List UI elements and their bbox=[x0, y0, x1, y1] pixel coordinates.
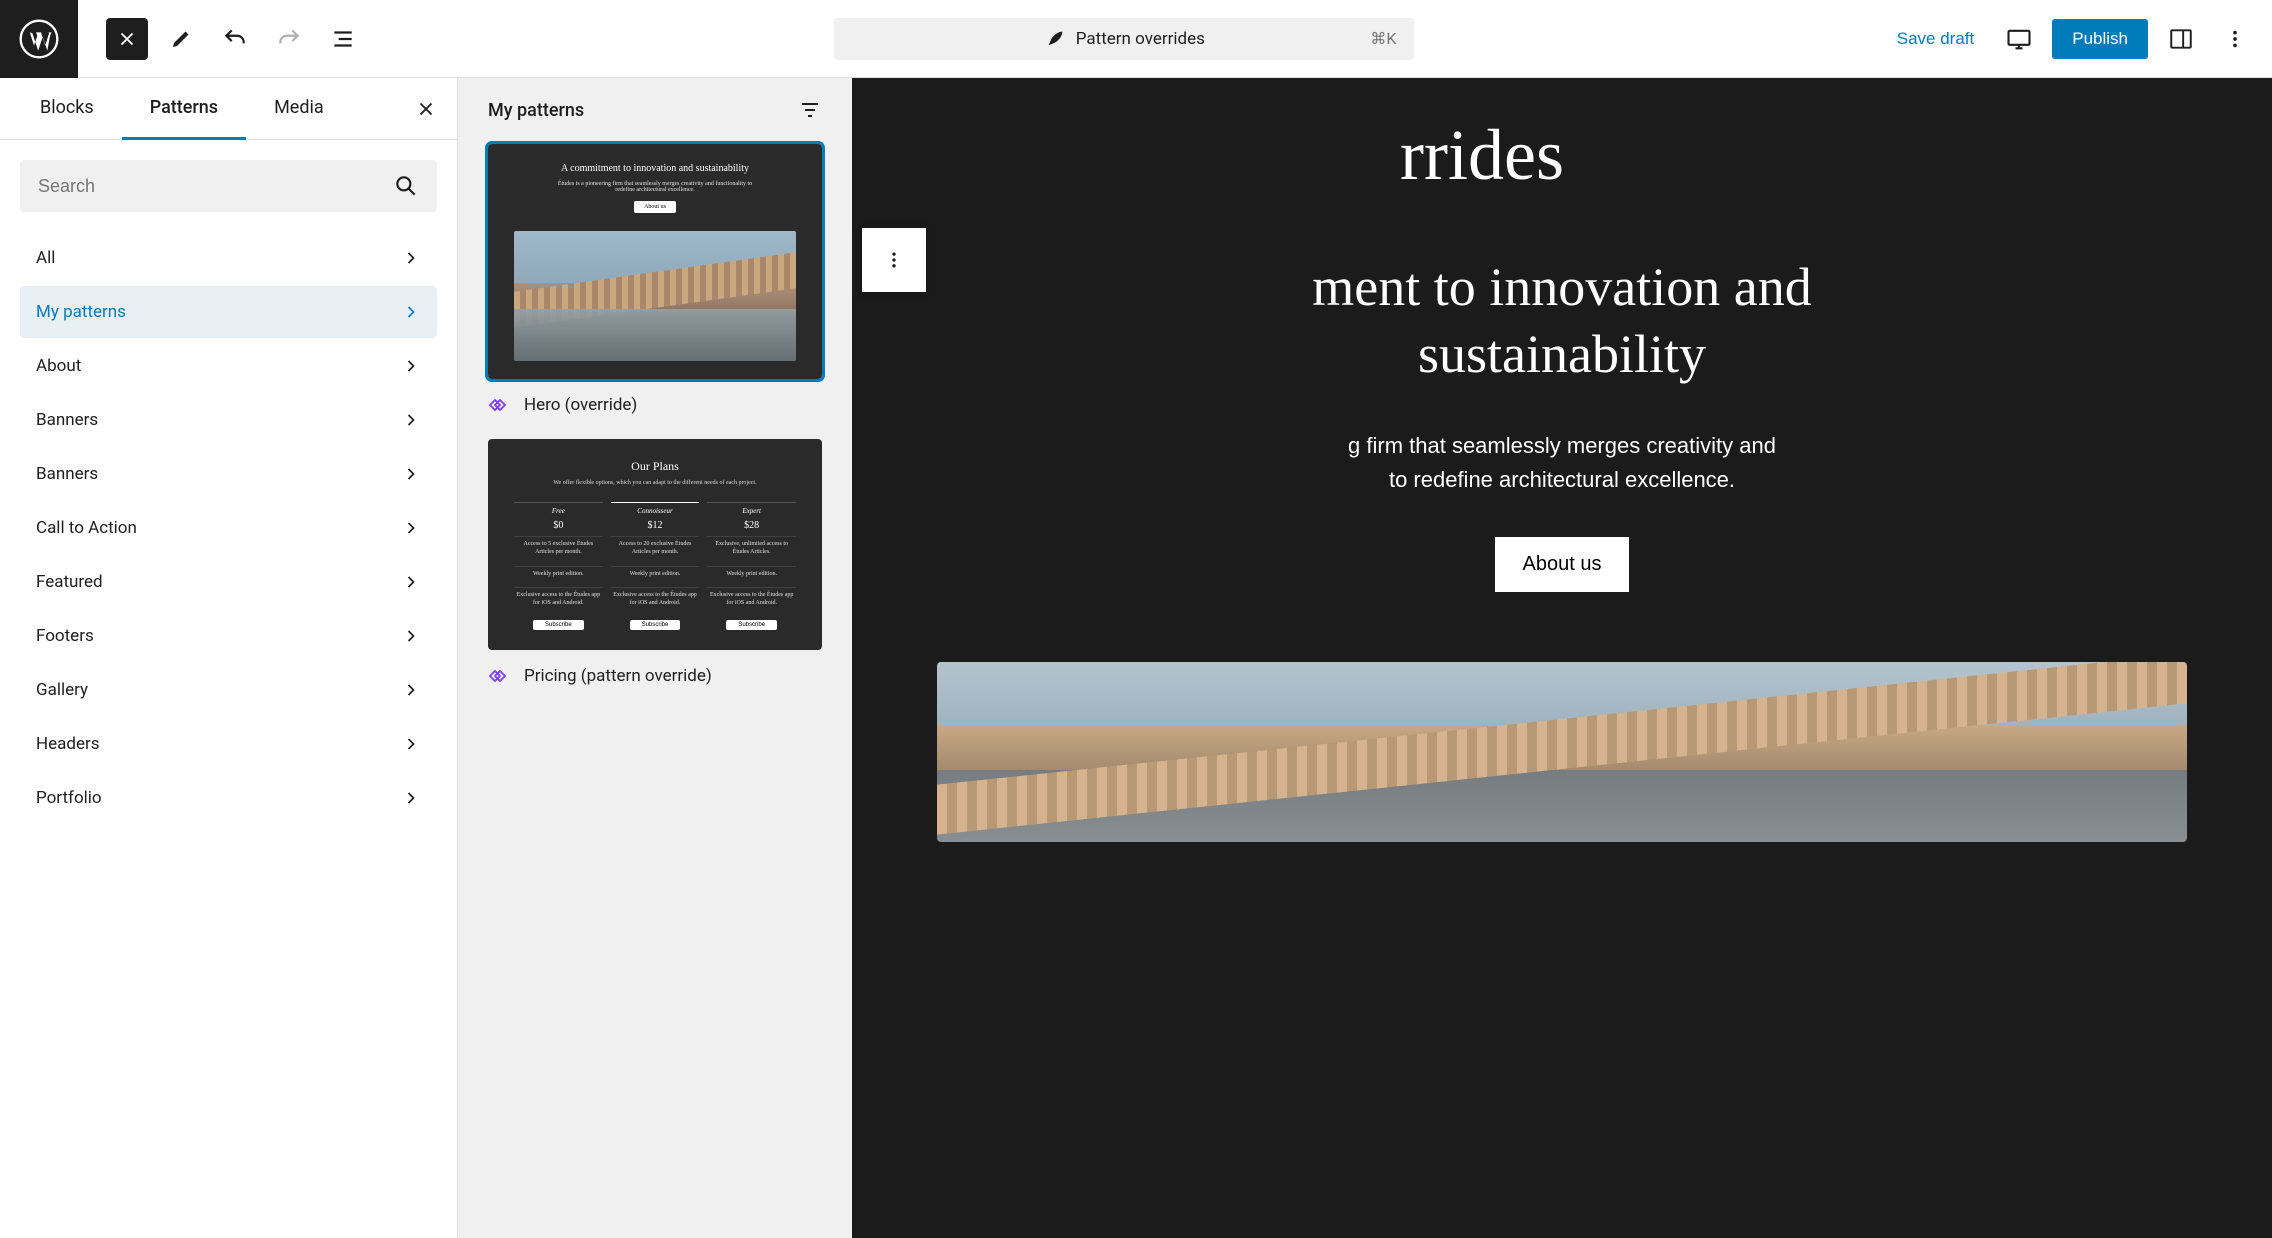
chevron-right-icon bbox=[401, 248, 421, 268]
document-overview-button[interactable] bbox=[322, 18, 364, 60]
editor-canvas[interactable]: rrides ment to innovation and sustainabi… bbox=[852, 78, 2272, 1238]
pattern-override-icon bbox=[488, 664, 512, 688]
pattern-search[interactable] bbox=[20, 160, 437, 212]
command-label: Pattern overrides bbox=[1076, 29, 1205, 49]
chevron-right-icon bbox=[401, 680, 421, 700]
category-label: Portfolio bbox=[36, 788, 102, 808]
preview-button: About us bbox=[634, 201, 676, 213]
preview-heading: Our Plans bbox=[631, 459, 679, 474]
category-item[interactable]: Headers bbox=[20, 718, 437, 770]
edit-tool-button[interactable] bbox=[160, 18, 202, 60]
close-inserter-button[interactable] bbox=[106, 18, 148, 60]
category-label: All bbox=[36, 248, 55, 268]
plan-column: Expert$28Exclusive, unlimited access to … bbox=[707, 502, 796, 630]
pattern-category-list: All My patterns About Banners Banners Call to… bbox=[0, 232, 457, 824]
close-inserter-icon[interactable] bbox=[407, 90, 445, 128]
pattern-card[interactable]: Our Plans We offer flexible options, whi… bbox=[488, 439, 822, 688]
category-item[interactable]: My patterns bbox=[20, 286, 437, 338]
filter-icon[interactable] bbox=[798, 98, 822, 122]
preview-heading: A commitment to innovation and sustainab… bbox=[561, 162, 749, 175]
save-draft-button[interactable]: Save draft bbox=[1885, 21, 1987, 57]
category-item[interactable]: About bbox=[20, 340, 437, 392]
category-label: Gallery bbox=[36, 680, 88, 700]
plan-column: Free$0Access to 5 exclusive Études Artic… bbox=[514, 502, 603, 630]
page-title-fragment[interactable]: rrides bbox=[1400, 118, 1564, 194]
canvas-hero-image[interactable] bbox=[937, 662, 2187, 842]
chevron-right-icon bbox=[401, 626, 421, 646]
category-label: About bbox=[36, 356, 81, 376]
preview-sub: We offer flexible options, which you can… bbox=[553, 480, 756, 486]
category-label: My patterns bbox=[36, 302, 126, 322]
pattern-card[interactable]: A commitment to innovation and sustainab… bbox=[488, 144, 822, 417]
chevron-right-icon bbox=[401, 734, 421, 754]
category-item[interactable]: Banners bbox=[20, 448, 437, 500]
tab-patterns[interactable]: Patterns bbox=[122, 78, 246, 140]
category-item[interactable]: Portfolio bbox=[20, 772, 437, 824]
preview-sub: Études is a pioneering firm that seamles… bbox=[555, 181, 755, 193]
patterns-preview-panel: My patterns A commitment to innovation a… bbox=[458, 78, 852, 1238]
command-palette-button[interactable]: Pattern overrides ⌘K bbox=[834, 18, 1414, 60]
block-inserter-panel: Blocks Patterns Media All My patterns Abou… bbox=[0, 78, 458, 1238]
category-item[interactable]: Banners bbox=[20, 394, 437, 446]
publish-button[interactable]: Publish bbox=[2052, 19, 2148, 59]
category-item[interactable]: All bbox=[20, 232, 437, 284]
pattern-preview-hero[interactable]: A commitment to innovation and sustainab… bbox=[488, 144, 822, 379]
chevron-right-icon bbox=[401, 464, 421, 484]
category-item[interactable]: Footers bbox=[20, 610, 437, 662]
chevron-right-icon bbox=[401, 356, 421, 376]
plan-column: Connoisseur$12Access to 20 exclusive Étu… bbox=[611, 502, 700, 630]
command-shortcut: ⌘K bbox=[1370, 29, 1396, 48]
canvas-paragraph[interactable]: g firm that seamlessly merges creativity… bbox=[1328, 429, 1796, 497]
wordpress-logo[interactable] bbox=[0, 0, 78, 78]
search-input[interactable] bbox=[38, 176, 393, 197]
inserter-tabs: Blocks Patterns Media bbox=[0, 78, 457, 140]
category-label: Headers bbox=[36, 734, 100, 754]
category-item[interactable]: Gallery bbox=[20, 664, 437, 716]
category-item[interactable]: Call to Action bbox=[20, 502, 437, 554]
chevron-right-icon bbox=[401, 788, 421, 808]
about-us-button[interactable]: About us bbox=[1495, 537, 1630, 592]
tab-media[interactable]: Media bbox=[246, 78, 352, 140]
redo-button[interactable] bbox=[268, 18, 310, 60]
pattern-name: Hero (override) bbox=[524, 395, 637, 415]
chevron-right-icon bbox=[401, 410, 421, 430]
chevron-right-icon bbox=[401, 302, 421, 322]
search-icon bbox=[393, 173, 419, 199]
category-label: Footers bbox=[36, 626, 94, 646]
settings-sidebar-toggle[interactable] bbox=[2160, 18, 2202, 60]
pattern-name: Pricing (pattern override) bbox=[524, 666, 712, 686]
feather-icon bbox=[1044, 28, 1066, 50]
preview-button[interactable] bbox=[1998, 18, 2040, 60]
more-options-button[interactable] bbox=[2214, 18, 2256, 60]
block-options-button[interactable] bbox=[862, 228, 926, 292]
tab-blocks[interactable]: Blocks bbox=[12, 78, 122, 140]
category-label: Banners bbox=[36, 410, 98, 430]
patterns-panel-title: My patterns bbox=[488, 100, 584, 121]
preview-image bbox=[514, 231, 796, 361]
pattern-override-icon bbox=[488, 393, 512, 417]
category-item[interactable]: Featured bbox=[20, 556, 437, 608]
chevron-right-icon bbox=[401, 518, 421, 538]
chevron-right-icon bbox=[401, 572, 421, 592]
category-label: Call to Action bbox=[36, 518, 137, 538]
canvas-heading[interactable]: ment to innovation and sustainability bbox=[1292, 254, 1831, 389]
category-label: Featured bbox=[36, 572, 103, 592]
pattern-preview-pricing[interactable]: Our Plans We offer flexible options, whi… bbox=[488, 439, 822, 650]
category-label: Banners bbox=[36, 464, 98, 484]
editor-topbar: Pattern overrides ⌘K Save draft Publish bbox=[0, 0, 2272, 78]
undo-button[interactable] bbox=[214, 18, 256, 60]
